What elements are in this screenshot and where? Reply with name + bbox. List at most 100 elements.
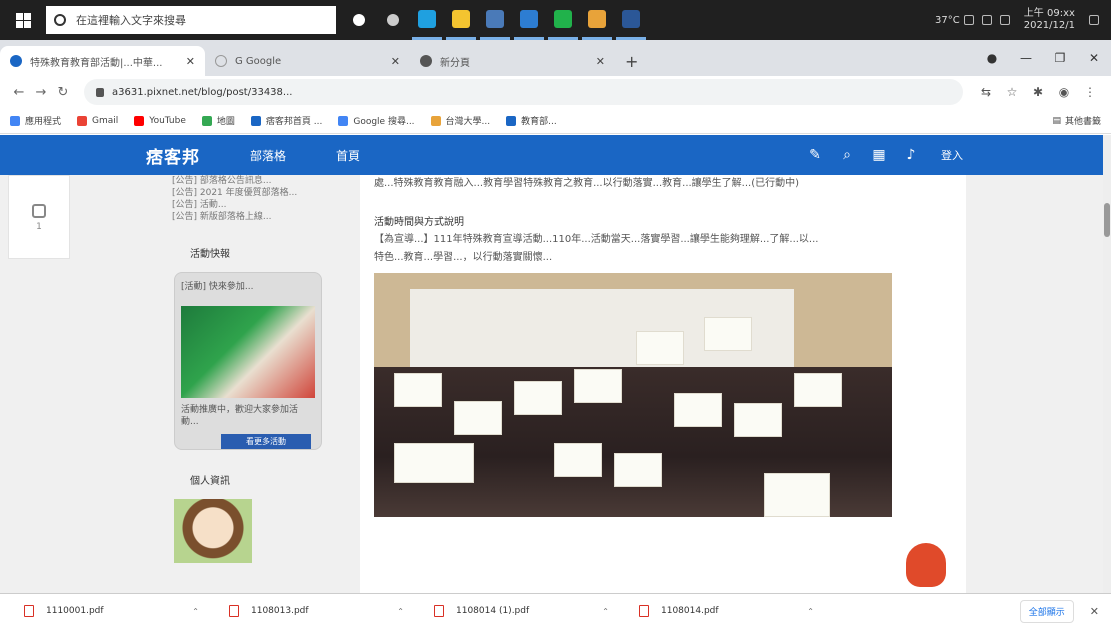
taskbar-app-edge[interactable] (412, 0, 442, 40)
sidebar-announcement-link[interactable]: [公告] 部落格公告訊息... (172, 175, 350, 187)
bookmark-item[interactable]: 痞客邦首頁 ... (250, 114, 322, 127)
url-input[interactable]: a3631.pixnet.net/blog/post/33438... (84, 79, 963, 105)
star-icon[interactable]: ☆ (1003, 83, 1021, 101)
group-photo[interactable] (374, 273, 892, 517)
article-paragraph: 處...特殊教育教育融入...教育學習特殊教育之教育...以行動落實...教育.… (374, 178, 800, 189)
volume-icon[interactable] (981, 15, 992, 25)
ad-image[interactable] (181, 306, 315, 398)
bookmark-item[interactable]: Google 搜尋... (338, 114, 415, 127)
grid-menu-icon[interactable]: ▦ (863, 135, 895, 175)
maximize-button[interactable]: ❐ (1043, 51, 1077, 65)
clock-time: 上午 09:xx (1023, 8, 1075, 19)
profile-icon[interactable]: ◉ (1055, 83, 1073, 101)
site-logo[interactable]: 痞客邦 (146, 143, 200, 168)
article-subheading: 活動時間與方式說明 (374, 217, 464, 228)
back-button[interactable]: ← (8, 85, 30, 100)
article-body: 處...特殊教育教育融入...教育學習特殊教育之教育...以行動落實...教育.… (360, 175, 966, 593)
extensions-icon[interactable]: ✱ (1029, 83, 1047, 101)
taskbar-app-mail[interactable] (514, 0, 544, 40)
taskbar-app-task-view[interactable] (378, 0, 408, 40)
other-bookmarks[interactable]: ▤ 其他書籤 (1052, 114, 1101, 128)
more-menu-icon[interactable]: ⋮ (1081, 83, 1099, 101)
download-item[interactable]: 1110001.pdf ⌃ (24, 605, 229, 617)
translate-icon[interactable]: ⇆ (977, 83, 995, 101)
taskbar-search-box[interactable]: 在這裡輸入文字來搜尋 (46, 6, 336, 34)
share-icon[interactable] (32, 204, 46, 218)
close-window-button[interactable]: ✕ (1077, 51, 1111, 65)
share-widget: 1 (8, 175, 70, 259)
pdf-file-icon (229, 605, 239, 617)
start-button[interactable] (0, 0, 46, 40)
search-icon[interactable]: ⌕ (831, 135, 863, 175)
mascot-icon[interactable] (906, 543, 946, 587)
ad-more-button[interactable]: 看更多活動 (221, 434, 311, 449)
clock[interactable]: 上午 09:xx 2021/12/1 (1024, 8, 1075, 32)
pdf-file-icon (434, 605, 444, 617)
share-count: 1 (36, 222, 42, 232)
activity-heading: 活動快報 (190, 249, 230, 260)
sidebar-announcement-link[interactable]: [公告] 2021 年度優質部落格... (172, 187, 350, 199)
tab-new[interactable]: 新分頁 ✕ (410, 46, 615, 76)
login-link[interactable]: 登入 (941, 147, 963, 163)
close-tab-icon[interactable]: ✕ (596, 55, 605, 68)
bell-icon[interactable]: ♪ (895, 135, 927, 175)
bookmark-item[interactable]: Gmail (77, 115, 119, 126)
bookmark-label: Gmail (92, 115, 119, 126)
tab-google[interactable]: G Google ✕ (205, 46, 410, 76)
taskbar-app-cortana[interactable] (344, 0, 374, 40)
reload-button[interactable]: ↻ (52, 85, 74, 100)
browser-profile-icon[interactable]: ● (975, 51, 1009, 65)
chevron-up-icon[interactable]: ⌃ (807, 607, 814, 616)
bookmark-label: 台灣大學... (445, 117, 491, 127)
write-post-icon[interactable]: ✎ (799, 135, 831, 175)
google-favicon-icon (215, 55, 227, 67)
close-downloads-icon[interactable]: ✕ (1090, 605, 1099, 618)
taskbar-app-file-explorer[interactable] (446, 0, 476, 40)
nav-home[interactable]: 首頁 (336, 147, 360, 164)
forward-button[interactable]: → (30, 85, 52, 100)
show-all-downloads-button[interactable]: 全部顯示 (1019, 599, 1074, 623)
taskbar-app-chrome[interactable] (582, 0, 612, 40)
sidebar-announcement-link[interactable]: [公告] 活動... (172, 199, 350, 211)
file-explorer-icon (452, 9, 470, 28)
mail-icon (520, 9, 538, 28)
close-tab-icon[interactable]: ✕ (391, 55, 400, 68)
new-tab-button[interactable]: + (625, 46, 638, 76)
taskbar-app-line[interactable] (548, 0, 578, 40)
nav-blog[interactable]: 部落格 (250, 147, 286, 164)
folder-icon: ▤ (1052, 115, 1061, 126)
author-avatar[interactable] (174, 499, 252, 563)
download-item[interactable]: 1108014 (1).pdf ⌃ (434, 605, 639, 617)
blog-sidebar: [公告] 部落格公告訊息... [公告] 2021 年度優質部落格... [公告… (160, 175, 350, 593)
bookmark-favicon-icon (201, 115, 212, 126)
notification-icon[interactable] (1089, 15, 1099, 25)
taskbar-app-word[interactable] (616, 0, 646, 40)
scrollbar-thumb[interactable] (1104, 203, 1110, 237)
tab-title: 新分頁 (440, 57, 470, 69)
taskbar-app-store[interactable] (480, 0, 510, 40)
close-tab-icon[interactable]: ✕ (186, 55, 195, 68)
battery-icon[interactable] (999, 15, 1010, 25)
network-icon[interactable] (963, 15, 974, 25)
bookmark-item[interactable]: 教育部... (506, 114, 557, 127)
download-item[interactable]: 1108014.pdf ⌃ (639, 605, 844, 617)
chevron-up-icon[interactable]: ⌃ (192, 607, 199, 616)
minimize-button[interactable]: — (1009, 51, 1043, 65)
url-text: a3631.pixnet.net/blog/post/33438... (112, 86, 293, 98)
chevron-up-icon[interactable]: ⌃ (397, 607, 404, 616)
lock-icon[interactable] (96, 87, 104, 97)
tab-blog-post[interactable]: 特殊教育教育部活動|...中華... ✕ (0, 46, 205, 76)
bookmark-item[interactable]: YouTube (134, 115, 186, 126)
weather-temperature[interactable]: 37°C (935, 15, 960, 26)
bookmark-favicon-icon (250, 115, 261, 126)
bookmark-item[interactable]: 台灣大學... (430, 114, 491, 127)
activity-ad-card[interactable]: [活動] 快來參加... 活動推廣中，歡迎大家參加活動... 看更多活動 (174, 272, 322, 450)
page-scrollbar[interactable] (1103, 135, 1111, 593)
chevron-up-icon[interactable]: ⌃ (602, 607, 609, 616)
bookmark-item[interactable]: 應用程式 (10, 114, 61, 127)
download-item[interactable]: 1108013.pdf ⌃ (229, 605, 434, 617)
windows-icon (15, 12, 31, 28)
bookmark-item[interactable]: 地圖 (201, 114, 235, 127)
sidebar-announcement-link[interactable]: [公告] 新版部落格上線... (172, 211, 350, 223)
webpage: 痞客邦 部落格 首頁 ✎ ⌕ ▦ ♪ 登入 1 [公告] 部落格公告訊息... … (0, 135, 1111, 593)
